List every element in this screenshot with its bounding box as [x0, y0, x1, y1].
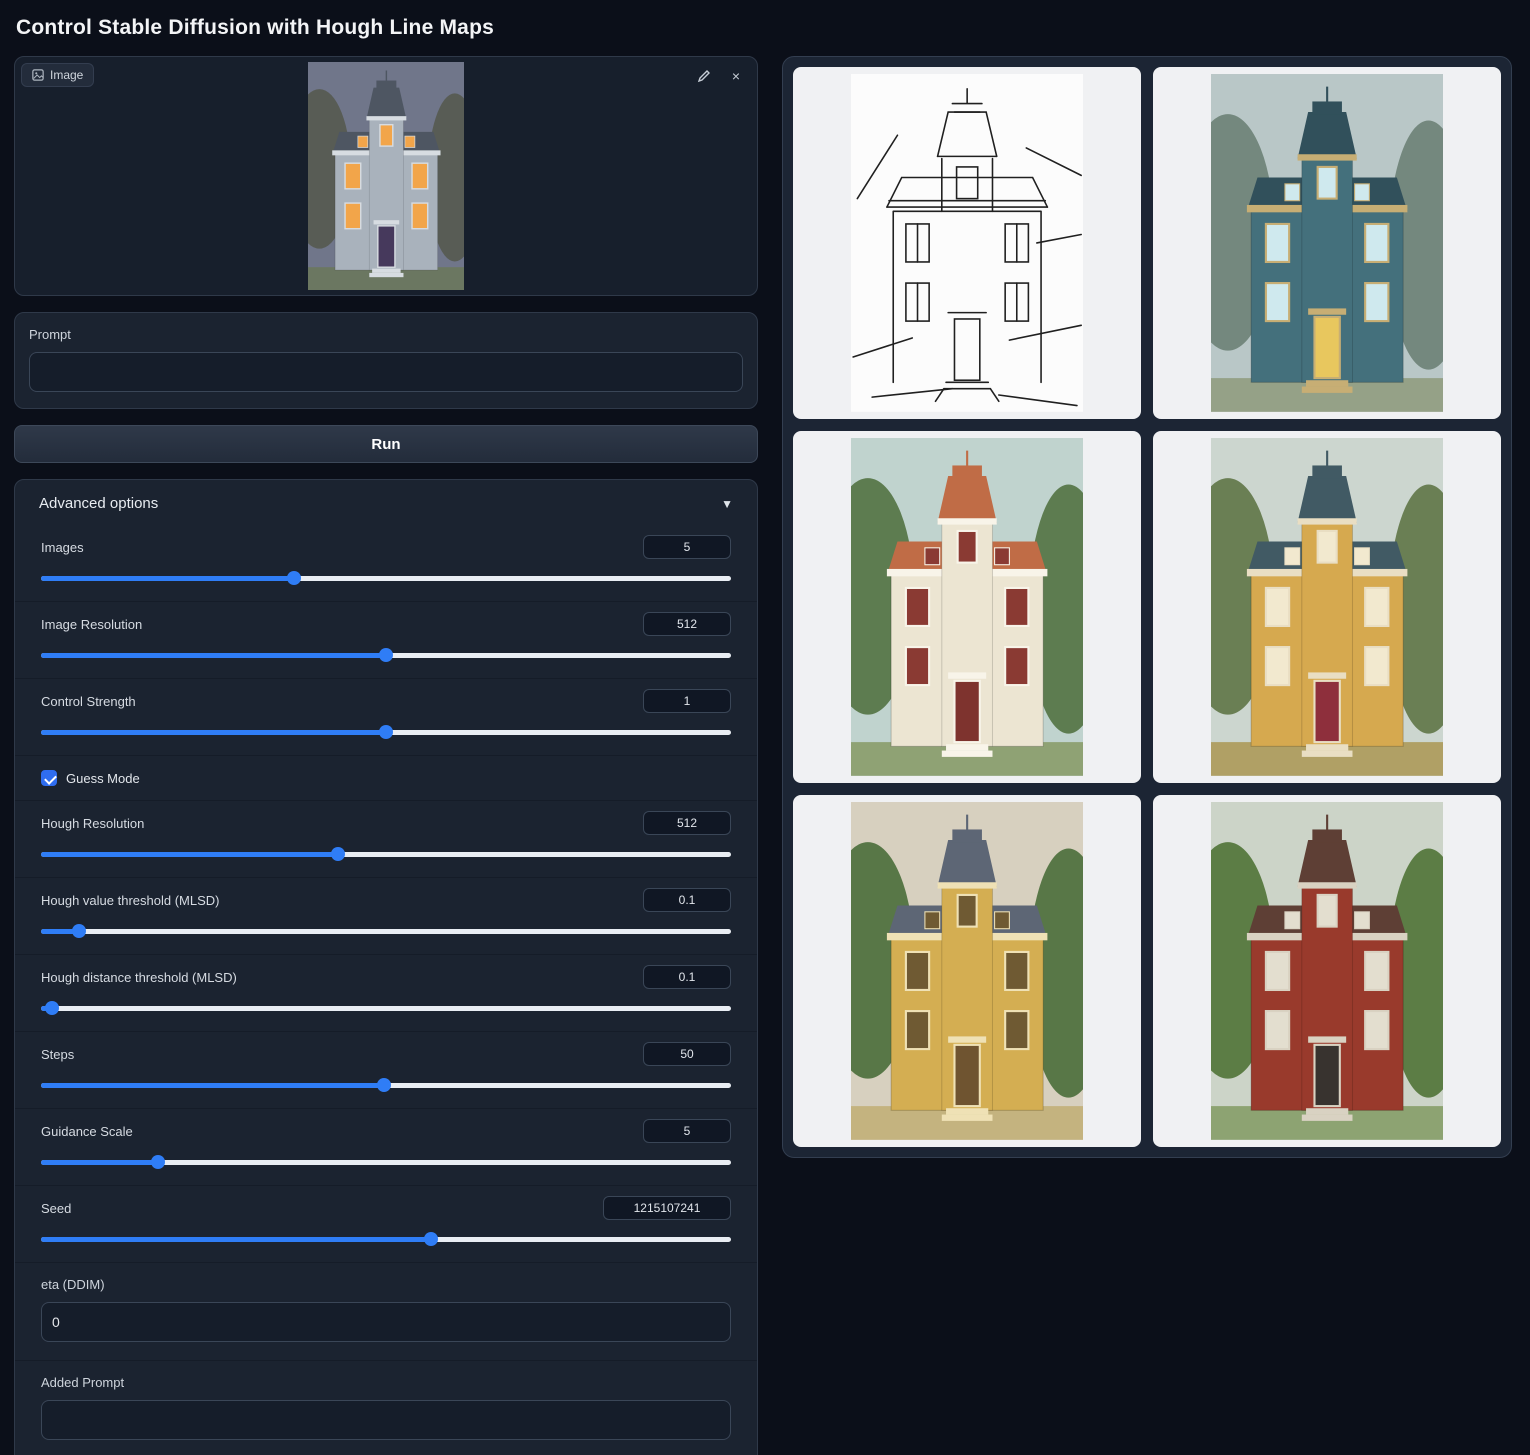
slider-row-hough-value-threshold: Hough value threshold (MLSD) 0.1 [15, 878, 757, 955]
gallery-item-result-4[interactable] [793, 795, 1141, 1147]
guess-mode-checkbox[interactable] [41, 770, 57, 786]
slider-label: Image Resolution [41, 617, 142, 632]
slider-handle[interactable] [45, 1001, 59, 1015]
image-input[interactable]: Image × [14, 56, 758, 296]
slider-fill [41, 730, 386, 735]
slider-value-input[interactable]: 0.1 [643, 888, 731, 912]
slider-handle[interactable] [379, 648, 393, 662]
added-prompt-input[interactable] [41, 1400, 731, 1440]
slider-fill [41, 1160, 158, 1165]
slider-row-hough-resolution: Hough Resolution 512 [15, 801, 757, 878]
advanced-options-title: Advanced options [39, 495, 158, 512]
slider-row-seed: Seed 1215107241 [15, 1186, 757, 1263]
slider-row-images: Images 5 [15, 525, 757, 602]
slider-label: Guidance Scale [41, 1124, 133, 1139]
slider-handle[interactable] [72, 924, 86, 938]
slider-label: Images [41, 540, 84, 555]
chevron-down-icon[interactable]: ▼ [721, 497, 733, 511]
x-icon: × [732, 69, 740, 83]
eta-row: eta (DDIM) [15, 1263, 757, 1361]
slider-handle[interactable] [424, 1232, 438, 1246]
image-input-label-badge: Image [21, 63, 94, 87]
slider-track[interactable] [41, 1078, 731, 1092]
slider-fill [41, 1083, 384, 1088]
added-prompt-row: Added Prompt [15, 1361, 757, 1455]
generated-image [1211, 802, 1443, 1140]
slider-track[interactable] [41, 648, 731, 662]
gallery-item-result-1[interactable] [1153, 67, 1501, 419]
slider-fill [41, 576, 294, 581]
slider-value-input[interactable]: 1 [643, 689, 731, 713]
gallery-item-result-3[interactable] [1153, 431, 1501, 783]
gallery-item-hough-line-map[interactable] [793, 67, 1141, 419]
slider-track[interactable] [41, 1001, 731, 1015]
clear-image-button[interactable]: × [727, 67, 745, 85]
slider-handle[interactable] [287, 571, 301, 585]
eta-label: eta (DDIM) [41, 1277, 731, 1292]
slider-handle[interactable] [331, 847, 345, 861]
page-title: Control Stable Diffusion with Hough Line… [16, 16, 1512, 40]
slider-track[interactable] [41, 725, 731, 739]
slider-fill [41, 852, 338, 857]
slider-handle[interactable] [379, 725, 393, 739]
gallery-item-result-5[interactable] [1153, 795, 1501, 1147]
slider-track[interactable] [41, 847, 731, 861]
slider-track[interactable] [41, 924, 731, 938]
image-input-label: Image [50, 68, 83, 82]
app-page: Control Stable Diffusion with Hough Line… [0, 0, 1530, 1455]
uploaded-house-image [308, 62, 465, 290]
eta-input[interactable] [41, 1302, 731, 1342]
slider-track[interactable] [41, 1155, 731, 1169]
result-gallery [782, 56, 1512, 1158]
slider-value-input[interactable]: 512 [643, 811, 731, 835]
prompt-label: Prompt [29, 327, 743, 342]
slider-row-steps: Steps 50 [15, 1032, 757, 1109]
slider-track[interactable] [41, 571, 731, 585]
slider-value-input[interactable]: 5 [643, 1119, 731, 1143]
slider-value-input[interactable]: 0.1 [643, 965, 731, 989]
generated-image [1211, 74, 1443, 412]
controls-column: Image × Prompt [14, 56, 758, 1455]
slider-label: Hough distance threshold (MLSD) [41, 970, 237, 985]
slider-label: Hough value threshold (MLSD) [41, 893, 219, 908]
slider-rail [41, 929, 731, 934]
generated-image [1211, 438, 1443, 776]
guess-mode-label: Guess Mode [66, 771, 140, 786]
slider-row-control-strength: Control Strength 1 [15, 679, 757, 756]
image-icon [32, 69, 44, 81]
slider-value-input[interactable]: 512 [643, 612, 731, 636]
slider-value-input[interactable]: 1215107241 [603, 1196, 731, 1220]
slider-track[interactable] [41, 1232, 731, 1246]
slider-label: Hough Resolution [41, 816, 144, 831]
slider-row-image-resolution: Image Resolution 512 [15, 602, 757, 679]
guess-mode-row: Guess Mode [15, 756, 757, 801]
slider-fill [41, 653, 386, 658]
output-column [782, 56, 1512, 1158]
slider-handle[interactable] [377, 1078, 391, 1092]
advanced-options-header[interactable]: Advanced options ▼ [15, 480, 757, 525]
hough-line-map-image [851, 74, 1083, 412]
added-prompt-label: Added Prompt [41, 1375, 731, 1390]
slider-row-guidance-scale: Guidance Scale 5 [15, 1109, 757, 1186]
slider-value-input[interactable]: 5 [643, 535, 731, 559]
slider-label: Control Strength [41, 694, 136, 709]
prompt-input[interactable] [29, 352, 743, 392]
advanced-options-panel: Advanced options ▼ Images 5 [14, 479, 758, 1455]
edit-image-button[interactable] [695, 67, 713, 85]
slider-label: Seed [41, 1201, 71, 1216]
generated-image [851, 438, 1083, 776]
generated-image [851, 802, 1083, 1140]
slider-fill [41, 1237, 431, 1242]
slider-label: Steps [41, 1047, 74, 1062]
gallery-item-result-2[interactable] [793, 431, 1141, 783]
slider-handle[interactable] [151, 1155, 165, 1169]
slider-value-input[interactable]: 50 [643, 1042, 731, 1066]
slider-rail [41, 1006, 731, 1011]
prompt-block: Prompt [14, 312, 758, 409]
slider-row-hough-distance-threshold: Hough distance threshold (MLSD) 0.1 [15, 955, 757, 1032]
run-button[interactable]: Run [14, 425, 758, 463]
pencil-icon [697, 69, 711, 83]
